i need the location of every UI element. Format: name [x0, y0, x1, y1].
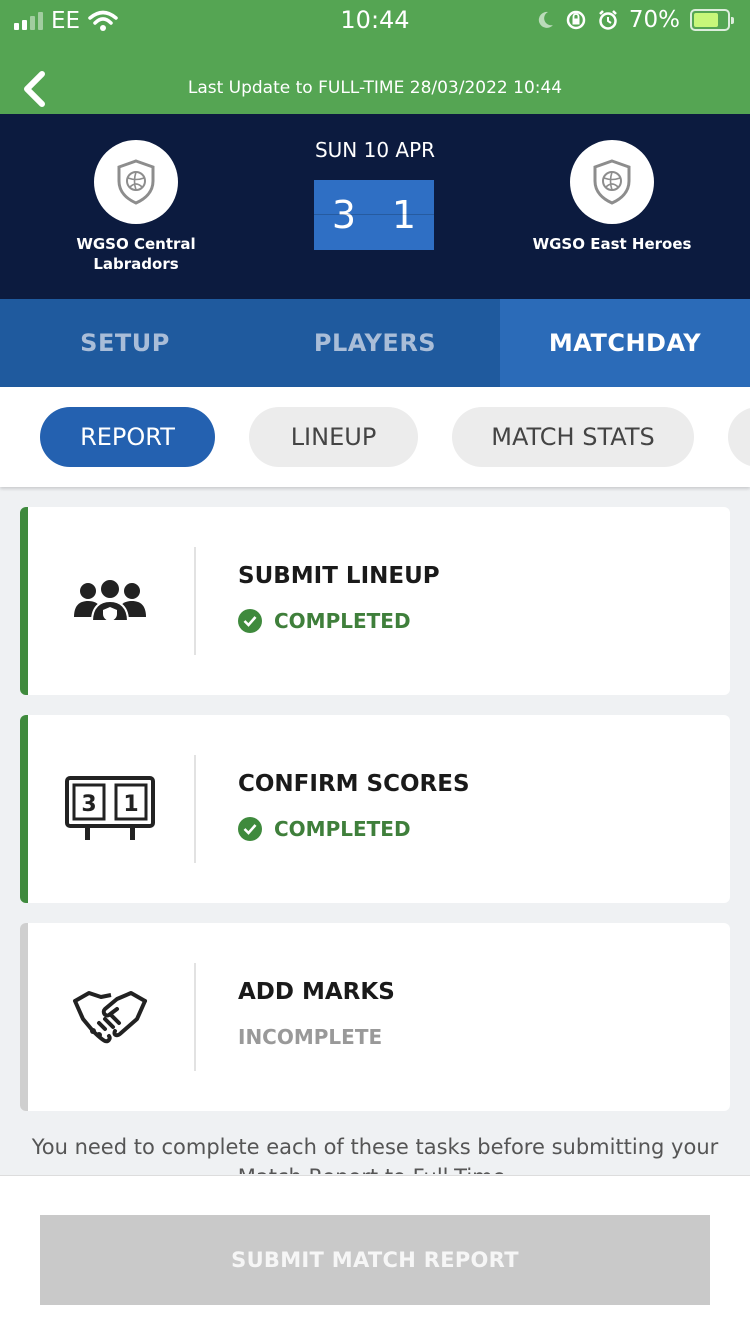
- sub-tabs: REPORT LINEUP MATCH STATS: [0, 387, 750, 487]
- task-card-confirm-scores[interactable]: 3 1 CONFIRM SCORES COMPLETED: [20, 715, 730, 903]
- battery-percent: 70%: [628, 7, 680, 33]
- footer: SUBMIT MATCH REPORT: [0, 1175, 750, 1334]
- scoreboard-icon: 3 1: [60, 759, 160, 859]
- handshake-icon: [60, 967, 160, 1067]
- battery-icon: [690, 9, 734, 31]
- status-bar: EE 10:44 70%: [0, 0, 750, 42]
- task-title: ADD MARKS: [238, 979, 395, 1005]
- tab-setup[interactable]: SETUP: [0, 299, 250, 387]
- moon-icon: [538, 11, 553, 28]
- away-team-name: WGSO East Heroes: [532, 235, 692, 253]
- task-title: CONFIRM SCORES: [238, 771, 470, 797]
- away-team-crest: [570, 140, 654, 224]
- home-team-name: WGSO Central Labradors: [76, 235, 196, 273]
- main-tabs: SETUP PLAYERS MATCHDAY: [0, 299, 750, 387]
- subtab-lineup[interactable]: LINEUP: [249, 407, 418, 467]
- check-circle-icon: [238, 817, 262, 841]
- task-card-submit-lineup[interactable]: SUBMIT LINEUP COMPLETED: [20, 507, 730, 695]
- task-title: SUBMIT LINEUP: [238, 563, 440, 589]
- away-team[interactable]: WGSO East Heroes: [522, 140, 702, 254]
- scoreboard: 3 1: [314, 180, 434, 250]
- task-status: INCOMPLETE: [238, 1025, 382, 1049]
- team-icon: [60, 551, 160, 651]
- last-update-text: Last Update to FULL-TIME 28/03/2022 10:4…: [187, 78, 563, 98]
- tab-matchday[interactable]: MATCHDAY: [500, 299, 750, 387]
- orientation-lock-icon: [566, 10, 586, 30]
- task-status-label: COMPLETED: [274, 609, 411, 633]
- app-header: EE 10:44 70% Last Update to FULL-TIME 28…: [0, 0, 750, 114]
- subtab-report[interactable]: REPORT: [40, 407, 215, 467]
- netball-shield-icon: [593, 159, 631, 205]
- task-status-label: COMPLETED: [274, 817, 411, 841]
- alarm-icon: [598, 10, 617, 30]
- task-status: COMPLETED: [238, 817, 411, 841]
- tab-players[interactable]: PLAYERS: [250, 299, 500, 387]
- scoreboard-icon-right: 1: [123, 792, 138, 817]
- task-status-label: INCOMPLETE: [238, 1025, 383, 1049]
- subtab-more[interactable]: [728, 407, 750, 467]
- check-circle-icon: [238, 609, 262, 633]
- away-score: 1: [391, 193, 417, 237]
- instructions-text: You need to complete each of these tasks…: [31, 1135, 719, 1174]
- home-score: 3: [331, 193, 357, 237]
- submit-match-report-button[interactable]: SUBMIT MATCH REPORT: [40, 1215, 710, 1305]
- task-status: COMPLETED: [238, 609, 411, 633]
- task-card-add-marks[interactable]: ADD MARKS INCOMPLETE: [20, 923, 730, 1111]
- subtab-match-stats[interactable]: MATCH STATS: [452, 407, 694, 467]
- netball-shield-icon: [117, 159, 155, 205]
- scoreboard-icon-left: 3: [81, 792, 96, 817]
- match-header: WGSO Central Labradors SUN 10 APR 3 1 WG…: [0, 114, 750, 299]
